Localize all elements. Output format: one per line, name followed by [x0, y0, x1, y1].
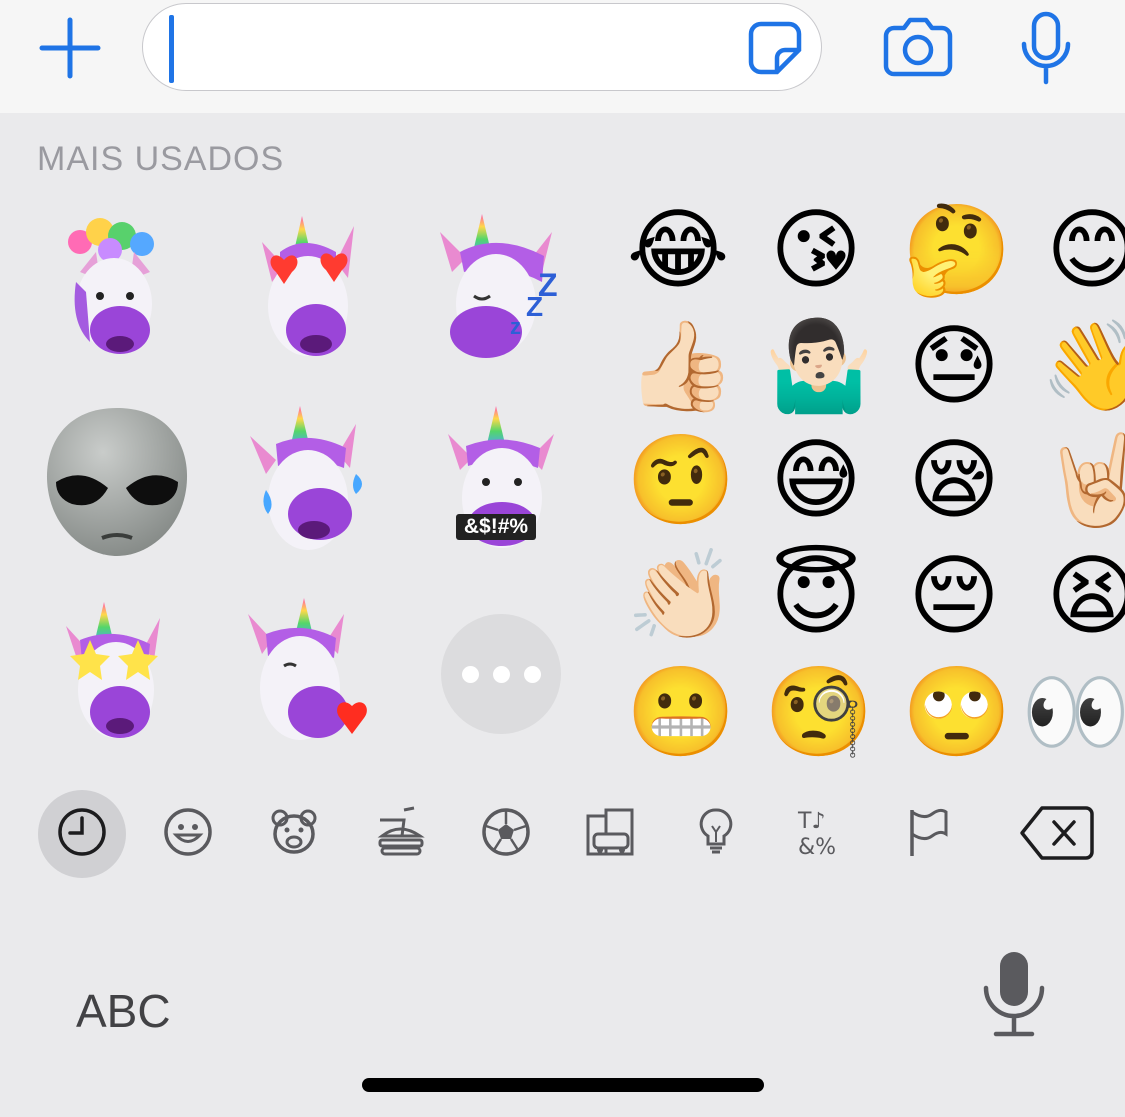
- objects-icon: [690, 806, 742, 863]
- category-flags[interactable]: [884, 790, 972, 878]
- emoji-cell[interactable]: 😊: [1040, 198, 1125, 302]
- recent-icon: [56, 806, 108, 863]
- emoji-cell[interactable]: 🤷🏻‍♂️: [764, 314, 874, 418]
- emoji-cell[interactable]: 😫: [1040, 544, 1125, 648]
- category-activity[interactable]: [462, 790, 550, 878]
- memoji-unicorn-kiss-heart[interactable]: [244, 596, 374, 746]
- memoji-unicorn-star-struck[interactable]: [56, 600, 186, 750]
- emoji-cell[interactable]: 🤔: [902, 198, 1012, 302]
- emoji-cell[interactable]: 😬: [626, 660, 736, 764]
- category-food[interactable]: [356, 790, 444, 878]
- plus-icon[interactable]: [38, 16, 102, 80]
- svg-text:&%: &%: [798, 835, 836, 858]
- emoji-cell[interactable]: 😅: [764, 428, 868, 532]
- emoji-cell[interactable]: 🙄: [902, 660, 1012, 764]
- memoji-unicorn-mind-blown[interactable]: [50, 212, 180, 362]
- emoji-cell[interactable]: 👋: [1040, 314, 1125, 418]
- activity-icon: [480, 806, 532, 863]
- svg-text:T♪: T♪: [797, 809, 825, 834]
- microphone-icon[interactable]: [1018, 10, 1074, 86]
- memoji-alien-angry[interactable]: [42, 400, 192, 560]
- emoji-cell[interactable]: 🤘🏻: [1040, 428, 1125, 532]
- sticker-icon[interactable]: [747, 20, 803, 76]
- delete-icon[interactable]: [1018, 804, 1094, 862]
- memoji-unicorn-heart-eyes[interactable]: [244, 212, 374, 362]
- message-input[interactable]: [142, 3, 822, 91]
- emoji-cell[interactable]: 🧐: [764, 660, 874, 764]
- memoji-unicorn-tears-of-joy[interactable]: [246, 404, 376, 554]
- food-icon: [374, 806, 426, 863]
- animals-icon: [268, 806, 320, 863]
- smileys-icon: [162, 806, 214, 863]
- more-memoji-button[interactable]: [441, 614, 561, 734]
- flags-icon: [902, 806, 954, 863]
- svg-text:Z: Z: [538, 267, 558, 303]
- category-animals[interactable]: [250, 790, 338, 878]
- more-dot: [492, 665, 510, 683]
- emoji-cell[interactable]: 👏🏻: [626, 544, 736, 648]
- more-dot: [523, 665, 541, 683]
- travel-icon: [584, 806, 636, 863]
- category-objects[interactable]: [672, 790, 760, 878]
- memoji-unicorn-sleeping[interactable]: z Z Z: [434, 212, 564, 362]
- category-smileys[interactable]: [144, 790, 232, 878]
- memoji-symbol-tag: &$!#%: [456, 514, 536, 540]
- emoji-cell[interactable]: 😓: [902, 314, 1006, 418]
- emoji-cell[interactable]: 👍🏻: [626, 314, 736, 418]
- category-recent[interactable]: [38, 790, 126, 878]
- dictation-microphone-icon[interactable]: [982, 948, 1046, 1038]
- symbols-icon: T♪ &%: [796, 806, 848, 863]
- emoji-cell[interactable]: 👀: [1021, 660, 1125, 764]
- home-indicator: [362, 1078, 764, 1092]
- emoji-cell[interactable]: 🤨: [626, 428, 736, 532]
- category-travel[interactable]: [566, 790, 654, 878]
- camera-icon[interactable]: [882, 14, 954, 78]
- emoji-cell[interactable]: 😘: [764, 198, 868, 302]
- svg-text:z: z: [510, 314, 521, 339]
- emoji-cell[interactable]: 😪: [902, 428, 1006, 532]
- message-input-bar: [0, 0, 1125, 113]
- emoji-cell[interactable]: 😔: [902, 544, 1006, 648]
- emoji-cell[interactable]: 😇: [764, 544, 868, 648]
- section-title-most-used: MAIS USADOS: [37, 140, 285, 178]
- emoji-cell[interactable]: 😂: [626, 198, 730, 302]
- text-caret: [169, 15, 174, 83]
- abc-keyboard-button[interactable]: ABC: [76, 984, 171, 1038]
- category-symbols[interactable]: T♪ &%: [778, 790, 866, 878]
- more-dot: [461, 665, 479, 683]
